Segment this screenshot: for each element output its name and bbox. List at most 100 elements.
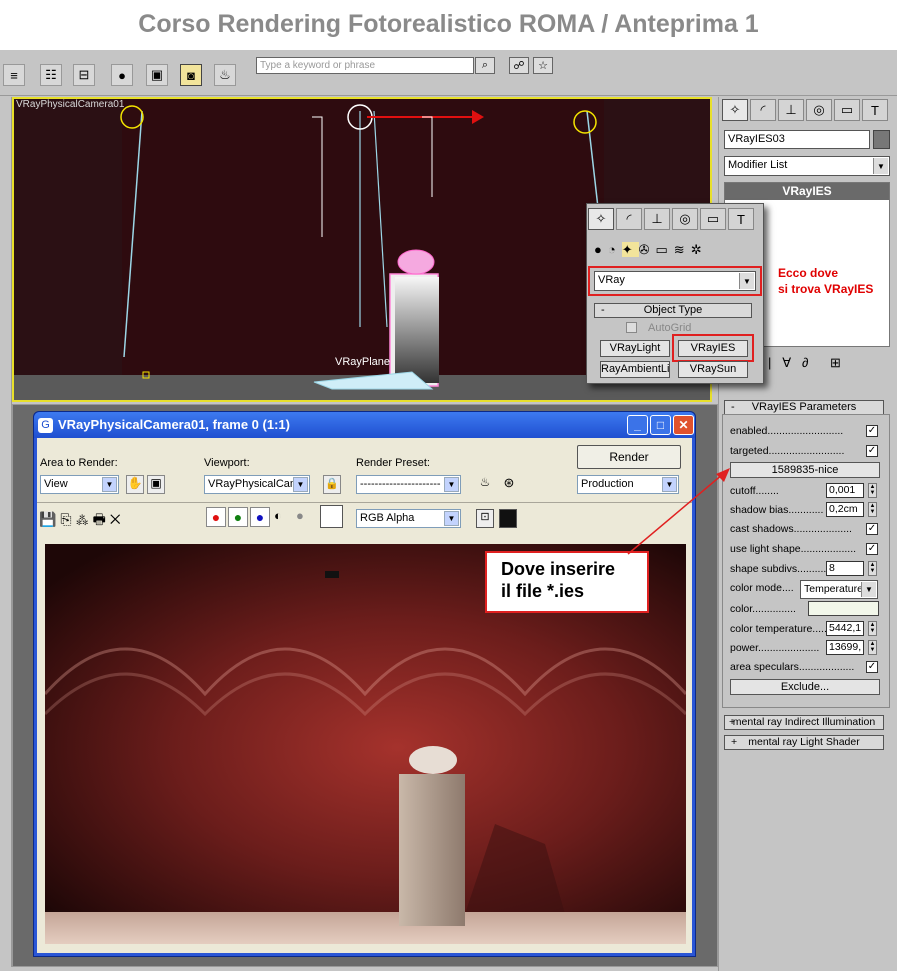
divider (37, 502, 692, 503)
render-window-title[interactable]: VRayPhysicalCamera01, frame 0 (1:1) (34, 412, 695, 438)
autogrid-label: AutoGrid (648, 322, 692, 334)
modify-tab-icon[interactable]: ◜ (616, 208, 642, 230)
object-color-swatch[interactable] (873, 130, 890, 149)
display-toggle-icon[interactable]: ⊡ (476, 509, 494, 528)
cast-shadows-checkbox[interactable]: ✓ (866, 523, 878, 535)
enabled-checkbox[interactable]: ✓ (866, 425, 878, 437)
use-light-shape-checkbox[interactable]: ✓ (866, 543, 878, 555)
motion-tab-icon[interactable]: ◎ (672, 208, 698, 230)
app-icon: G (38, 418, 53, 433)
channel-dropdown[interactable]: RGB Alpha ▼ (356, 509, 461, 528)
save-copy-clone-print-clear-icons[interactable]: 💾⎘⁂🖶✕ (39, 509, 125, 533)
cutoff-spinner[interactable]: 0,001 (826, 483, 864, 498)
utilities-tab-icon[interactable]: T (862, 99, 888, 121)
color-swatch[interactable] (808, 601, 879, 616)
stack-item-vrayies[interactable]: VRayIES (725, 183, 889, 200)
power-label: power..................... (730, 642, 820, 654)
shadow-bias-spinner[interactable]: 0,2cm (826, 502, 864, 517)
rollout-title: VRayIES Parameters (751, 401, 857, 413)
maximize-button[interactable]: □ (650, 415, 671, 435)
spinner-arrows-icon[interactable]: ▲ ▼ (868, 640, 877, 655)
edit-region-icon[interactable]: ✋ (126, 475, 144, 494)
vraylight-button[interactable]: VRayLight (600, 340, 670, 357)
chevron-down-icon: ▼ (444, 511, 459, 526)
alpha-channel-icon[interactable]: ◐ (274, 508, 282, 523)
blue-channel-icon[interactable]: ● (250, 507, 270, 527)
annotation-dove-line1: Dove inserire (501, 559, 616, 579)
viewport-dropdown[interactable]: VRayPhysicalCam ▼ (204, 475, 310, 494)
shape-subdivs-label: shape subdivs........... (730, 563, 830, 575)
object-type-rollout[interactable]: - Object Type (594, 303, 752, 318)
render-setup-icon[interactable]: ▣ (146, 64, 168, 86)
auto-region-icon[interactable]: ▣ (147, 475, 165, 494)
spinner-arrows-icon[interactable]: ▲ ▼ (868, 621, 877, 636)
category-highlight (588, 266, 762, 296)
ies-file-button[interactable]: 1589835-nice (730, 462, 880, 478)
lock-icon[interactable]: 🔒 (323, 475, 341, 494)
display-tab-icon[interactable]: ▭ (834, 99, 860, 121)
chevron-down-icon: ▼ (861, 582, 876, 597)
color-mode-dropdown[interactable]: Temperature ▼ (800, 580, 878, 599)
vraysun-button[interactable]: VRaySun (678, 361, 748, 378)
category-icons[interactable]: ●◔✦✇▭≋✲ (594, 242, 708, 258)
favorite-star-icon[interactable]: ☆ (533, 57, 553, 74)
curve-editor-icon[interactable]: ⊟ (73, 64, 95, 86)
red-channel-icon[interactable]: ● (206, 507, 226, 527)
object-name-field[interactable]: VRayIES03 (724, 130, 870, 149)
layers-icon[interactable]: ≡ (3, 64, 25, 86)
spinner-arrows-icon[interactable]: ▲ ▼ (868, 502, 877, 517)
rollout-expand-sign: + (729, 716, 736, 728)
area-to-render-dropdown[interactable]: View ▼ (40, 475, 119, 494)
create-tab-icon[interactable]: ✧ (588, 208, 614, 230)
power-spinner[interactable]: 13699, (826, 640, 864, 655)
monochrome-icon[interactable]: ● (296, 508, 304, 523)
motion-tab-icon[interactable]: ◎ (806, 99, 832, 121)
minimize-button[interactable]: _ (627, 415, 648, 435)
color-swatch-display[interactable] (320, 505, 343, 528)
create-tab-icon[interactable]: ✧ (722, 99, 748, 121)
display-toggle-dark-icon[interactable] (499, 509, 517, 528)
enabled-label: enabled.......................... (730, 425, 844, 437)
mental-ray-shader-rollout[interactable]: + mental ray Light Shader (724, 735, 884, 750)
channel-value: RGB Alpha (360, 512, 415, 524)
hierarchy-tab-icon[interactable]: ⊥ (778, 99, 804, 121)
shape-subdivs-spinner[interactable]: 8 (826, 561, 864, 576)
autogrid-checkbox[interactable] (626, 322, 637, 333)
vrayies-parameters-rollout[interactable]: - VRayIES Parameters (724, 400, 884, 415)
color-label: color............... (730, 603, 796, 615)
annotation-arrow (627, 468, 730, 555)
vrayambientlight-button[interactable]: RayAmbientLig (600, 361, 670, 378)
render-preset-dropdown[interactable]: ---------------------- ▼ (356, 475, 461, 494)
render-teapot-icon[interactable]: ♨ (214, 64, 236, 86)
hierarchy-tab-icon[interactable]: ⊥ (644, 208, 670, 230)
exclude-button[interactable]: Exclude... (730, 679, 880, 695)
area-speculars-checkbox[interactable]: ✓ (866, 661, 878, 673)
spinner-arrows-icon[interactable]: ▲ ▼ (868, 483, 877, 498)
material-editor-icon[interactable]: ● (111, 64, 133, 86)
rendered-frame-window-icon[interactable]: ◙ (180, 64, 202, 86)
viewport-label-rw: Viewport: (204, 457, 250, 469)
search-icon[interactable]: ⌕ (475, 57, 495, 74)
mental-ray-indirect-rollout[interactable]: + mental ray Indirect Illumination (724, 715, 884, 730)
search-input[interactable]: Type a keyword or phrase (256, 57, 474, 74)
chevron-down-icon: ▼ (293, 477, 308, 492)
modify-tab-icon[interactable]: ◜ (750, 99, 776, 121)
utilities-tab-icon[interactable]: T (728, 208, 754, 230)
stack-tools-icons[interactable]: | ∀ ∂ ⊞ (768, 355, 841, 371)
targeted-checkbox[interactable]: ✓ (866, 445, 878, 457)
render-setup-icon[interactable]: ♨ (476, 475, 494, 494)
spinner-arrows-icon[interactable]: ▲ ▼ (868, 561, 877, 576)
modifier-list-dropdown[interactable]: Modifier List ▼ (724, 156, 890, 176)
color-temperature-spinner[interactable]: 5442,1 (826, 621, 864, 636)
green-channel-icon[interactable]: ● (228, 507, 248, 527)
scene-explorer-icon[interactable]: ☷ (40, 64, 62, 86)
rollout-title: mental ray Indirect Illumination (732, 716, 876, 728)
display-tab-icon[interactable]: ▭ (700, 208, 726, 230)
use-light-shape-label: use light shape................... (730, 543, 857, 555)
environment-icon[interactable]: ⊛ (500, 475, 518, 494)
left-strip (0, 97, 12, 967)
rollout-collapse-sign: - (601, 304, 605, 316)
pin-icon[interactable]: ☍ (509, 57, 529, 74)
close-button[interactable]: ✕ (673, 415, 694, 435)
rollout-title: mental ray Light Shader (748, 736, 860, 748)
